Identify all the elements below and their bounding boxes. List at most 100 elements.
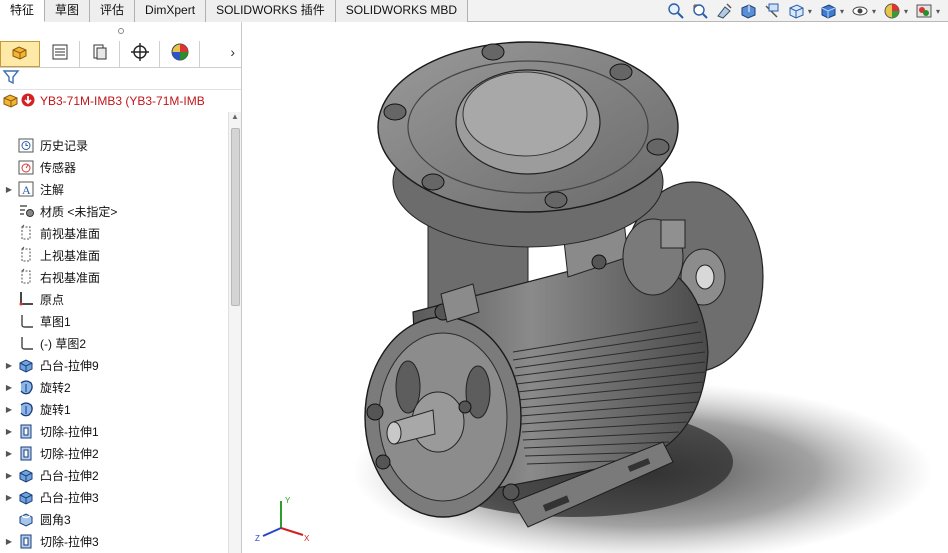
- configuration-manager-icon: [90, 42, 110, 65]
- tab-4[interactable]: SOLIDWORKS 插件: [206, 0, 336, 22]
- edit-appearance-icon[interactable]: [882, 1, 902, 21]
- expand-arrow-icon[interactable]: ▶: [2, 493, 16, 502]
- tree-node[interactable]: 右视基准面: [0, 266, 228, 288]
- property-manager-icon: [50, 42, 70, 65]
- tree-node[interactable]: 原点: [0, 288, 228, 310]
- expand-arrow-icon[interactable]: ▶: [2, 537, 16, 546]
- tab-1[interactable]: 草图: [45, 0, 91, 22]
- zoom-to-area-icon[interactable]: [690, 1, 710, 21]
- panel-grip[interactable]: [0, 22, 241, 40]
- tab-2[interactable]: 评估: [90, 0, 136, 22]
- expand-arrow-icon[interactable]: ▶: [2, 449, 16, 458]
- cut-extrude-icon: [16, 443, 36, 463]
- tree-node[interactable]: 圆角3: [0, 508, 228, 530]
- hide-show-items-icon[interactable]: [850, 1, 870, 21]
- rebuild-error-icon: [20, 92, 36, 111]
- tree-node[interactable]: ▶ 凸台-拉伸3: [0, 486, 228, 508]
- tree-node[interactable]: ▶ 切除-拉伸3: [0, 530, 228, 552]
- rear-hole: [695, 264, 715, 290]
- bracket-bolt: [591, 254, 607, 270]
- dynamic-annotation-icon[interactable]: [762, 1, 782, 21]
- boss-extrude-icon: [16, 487, 36, 507]
- tree-node-label: 切除-拉伸1: [40, 424, 99, 439]
- tree-node-label: 切除-拉伸2: [40, 446, 99, 461]
- command-manager-tabs: 特征 草图 评估 DimXpert SOLIDWORKS 插件 SOLIDWORKS MB…: [0, 0, 469, 22]
- tree-node[interactable]: ▶ 凸台-拉伸2: [0, 464, 228, 486]
- tree-node[interactable]: 草图1: [0, 310, 228, 332]
- display-manager-tab[interactable]: [160, 40, 200, 67]
- expand-arrow-icon[interactable]: ▶: [2, 383, 16, 392]
- feature-manager-panel: › YB3-71M-IMB3 (YB3-71M-IMB 历史记录传感器 ▶ A 注解材…: [0, 22, 242, 553]
- tree-node[interactable]: ▶ 旋转2: [0, 376, 228, 398]
- expand-arrow-icon[interactable]: ▶: [2, 185, 16, 194]
- heads-up-view-toolbar: ▾ ▾ ▾ ▾ ▾: [664, 0, 948, 22]
- tree-scrollbar[interactable]: ▲: [228, 112, 241, 553]
- chevron-down-icon[interactable]: ▾: [936, 7, 940, 16]
- tree-node[interactable]: 材质 <未指定>: [0, 200, 228, 222]
- more-tabs-arrow[interactable]: ›: [230, 44, 235, 60]
- command-manager-tabbar: 特征 草图 评估 DimXpert SOLIDWORKS 插件 SOLIDWORKS MB…: [0, 0, 948, 22]
- tree-node[interactable]: 前视基准面: [0, 222, 228, 244]
- material-icon: [16, 201, 36, 221]
- tree-node[interactable]: (-) 草图2: [0, 332, 228, 354]
- tree-node[interactable]: 历史记录: [0, 134, 228, 156]
- chevron-down-icon[interactable]: ▾: [904, 7, 908, 16]
- scroll-up-arrow[interactable]: ▲: [229, 112, 241, 126]
- scroll-thumb[interactable]: [231, 128, 240, 306]
- tree-node-label: 原点: [40, 292, 65, 307]
- plane-icon: [16, 223, 36, 243]
- dimxpert-manager-tab[interactable]: [120, 40, 160, 67]
- tree-node[interactable]: ▶ 切除-拉伸1: [0, 420, 228, 442]
- sketch-icon: [16, 311, 36, 331]
- tree-node-label: 草图1: [40, 314, 71, 329]
- boss-extrude-icon: [16, 355, 36, 375]
- tab-5[interactable]: SOLIDWORKS MBD: [335, 0, 469, 22]
- tab-3[interactable]: DimXpert: [135, 0, 207, 22]
- previous-view-icon[interactable]: [714, 1, 734, 21]
- section-view-icon[interactable]: [738, 1, 758, 21]
- tree-node[interactable]: ▶ 凸台-拉伸9: [0, 354, 228, 376]
- chevron-down-icon[interactable]: ▾: [808, 7, 812, 16]
- history-icon: [16, 135, 36, 155]
- tree-node-label: 切除-拉伸3: [40, 534, 99, 549]
- tree-node[interactable]: ▶ 切除-拉伸2: [0, 442, 228, 464]
- tree-node[interactable]: ▶ 旋转1: [0, 398, 228, 420]
- tree-node-label: 历史记录: [40, 138, 89, 153]
- expand-arrow-icon[interactable]: ▶: [2, 405, 16, 414]
- feature-manager-tab[interactable]: [0, 40, 40, 67]
- apply-scene-icon[interactable]: [914, 1, 934, 21]
- part-icon: [2, 91, 20, 112]
- triad-y-label: Y: [285, 496, 291, 505]
- tree-node-label: 前视基准面: [40, 226, 101, 241]
- view-orientation-icon[interactable]: [786, 1, 806, 21]
- plane-icon: [16, 245, 36, 265]
- revolve-icon: [16, 377, 36, 397]
- chevron-down-icon[interactable]: ▾: [840, 7, 844, 16]
- graphics-area[interactable]: Y X Z: [243, 22, 948, 553]
- expand-arrow-icon[interactable]: ▶: [2, 471, 16, 480]
- display-style-icon[interactable]: [818, 1, 838, 21]
- expand-arrow-icon[interactable]: ▶: [2, 361, 16, 370]
- motor-3d-model[interactable]: [243, 22, 948, 553]
- feature-tree: 历史记录传感器 ▶ A 注解材质 <未指定> 前视基准面上视基准面右视基准面原点草图1 (…: [0, 134, 228, 553]
- zoom-to-fit-icon[interactable]: [666, 1, 686, 21]
- tree-node[interactable]: 传感器: [0, 156, 228, 178]
- svg-text:A: A: [22, 183, 31, 197]
- property-manager-tab[interactable]: [40, 40, 80, 67]
- shaft-end: [386, 421, 402, 445]
- sketch-icon: [16, 333, 36, 353]
- configuration-manager-tab[interactable]: [80, 40, 120, 67]
- expand-arrow-icon[interactable]: ▶: [2, 427, 16, 436]
- tree-node-label: 凸台-拉伸9: [40, 358, 99, 373]
- tree-node-label: 注解: [40, 182, 65, 197]
- tree-root[interactable]: YB3-71M-IMB3 (YB3-71M-IMB: [0, 90, 241, 112]
- tree-node[interactable]: 上视基准面: [0, 244, 228, 266]
- tab-0[interactable]: 特征: [0, 0, 46, 22]
- tree-node[interactable]: ▶ A 注解: [0, 178, 228, 200]
- chevron-down-icon[interactable]: ▾: [872, 7, 876, 16]
- tree-node-label: (-) 草图2: [40, 336, 86, 351]
- triad-x-axis: [280, 527, 304, 536]
- tree-node-label: 上视基准面: [40, 248, 101, 263]
- cut-extrude-icon: [16, 531, 36, 551]
- filter-icon[interactable]: [2, 68, 20, 89]
